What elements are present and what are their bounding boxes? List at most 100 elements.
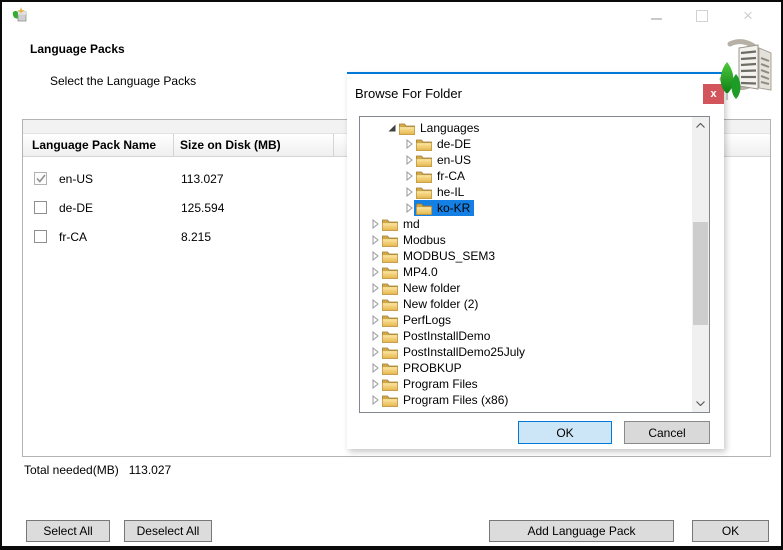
tree-item-label: Languages <box>420 121 479 135</box>
tree-item-mp4-0[interactable]: MP4.0 <box>360 264 709 280</box>
language-pack-name: de-DE <box>59 201 93 215</box>
folder-icon <box>382 266 398 279</box>
tree-item-modbus-sem3[interactable]: MODBUS_SEM3 <box>360 248 709 264</box>
collapsed-triangle-icon[interactable] <box>403 203 414 213</box>
tree-scrollbar[interactable] <box>692 117 709 412</box>
folder-icon <box>382 234 398 247</box>
select-all-button[interactable]: Select All <box>26 520 110 542</box>
tree-item-label: PostInstallDemo25July <box>403 345 525 359</box>
language-pack-name: fr-CA <box>59 230 87 244</box>
folder-icon <box>416 186 432 199</box>
folder-icon <box>382 330 398 343</box>
language-pack-name: en-US <box>59 172 93 186</box>
tree-item-label: de-DE <box>437 137 471 151</box>
column-divider <box>173 134 174 156</box>
total-needed: Total needed(MB)113.027 <box>24 463 171 477</box>
maximize-button[interactable] <box>694 8 710 24</box>
language-pack-size: 125.594 <box>181 201 224 215</box>
tree-item-label-wrap: Languages <box>397 120 483 136</box>
collapsed-triangle-icon[interactable] <box>403 155 414 165</box>
folder-tree-items: Languages de-DEen-USfr-CA he-ILko-KRmdModb… <box>360 117 709 408</box>
collapsed-triangle-icon[interactable] <box>369 219 380 229</box>
collapsed-triangle-icon[interactable] <box>369 315 380 325</box>
tree-item-label: New folder (2) <box>403 297 478 311</box>
tree-item-label: fr-CA <box>437 169 465 183</box>
scroll-up-button[interactable] <box>692 117 709 134</box>
tree-item-program-files[interactable]: Program Files <box>360 376 709 392</box>
language-pack-size: 113.027 <box>181 172 224 186</box>
tree-item-label-wrap: Modbus <box>380 232 450 248</box>
column-header-size: Size on Disk (MB) <box>180 138 281 152</box>
scroll-down-button[interactable] <box>692 395 709 412</box>
chevron-up-icon <box>696 123 705 128</box>
folder-icon <box>382 378 398 391</box>
tree-item-label-wrap: MODBUS_SEM3 <box>380 248 499 264</box>
tree-item-label: PROBKUP <box>403 361 462 375</box>
tree-item-postinstalldemo[interactable]: PostInstallDemo <box>360 328 709 344</box>
collapsed-triangle-icon[interactable] <box>369 267 380 277</box>
tree-item-en-us[interactable]: en-US <box>360 152 709 168</box>
expanded-triangle-icon[interactable] <box>386 123 397 133</box>
tree-item-label: MP4.0 <box>403 265 438 279</box>
folder-icon <box>382 298 398 311</box>
collapsed-triangle-icon[interactable] <box>403 139 414 149</box>
dialog-ok-button[interactable]: OK <box>518 421 612 444</box>
collapsed-triangle-icon[interactable] <box>369 347 380 357</box>
scrollbar-thumb[interactable] <box>693 222 708 325</box>
collapsed-triangle-icon[interactable] <box>369 379 380 389</box>
dialog-close-button[interactable]: x <box>703 84 724 104</box>
close-button[interactable]: × <box>740 8 756 24</box>
language-pack-size: 8.215 <box>181 230 211 244</box>
tree-item-label: he-IL <box>437 185 464 199</box>
tree-item-label-wrap: MP4.0 <box>380 264 442 280</box>
folder-icon <box>399 122 415 135</box>
tree-item-languages[interactable]: Languages <box>360 120 709 136</box>
tree-item-program-files-x86-[interactable]: Program Files (x86) <box>360 392 709 408</box>
collapsed-triangle-icon[interactable] <box>403 171 414 181</box>
deselect-all-button[interactable]: Deselect All <box>124 520 212 542</box>
collapsed-triangle-icon[interactable] <box>369 251 380 261</box>
total-needed-value: 113.027 <box>129 463 172 477</box>
collapsed-triangle-icon[interactable] <box>369 395 380 405</box>
checkbox-unchecked[interactable] <box>34 201 47 214</box>
tree-item-postinstalldemo25july[interactable]: PostInstallDemo25July <box>360 344 709 360</box>
collapsed-triangle-icon[interactable] <box>403 187 414 197</box>
tree-item-label: Program Files <box>403 377 478 391</box>
tree-item-new-folder[interactable]: New folder <box>360 280 709 296</box>
collapsed-triangle-icon[interactable] <box>369 235 380 245</box>
tree-item-probkup[interactable]: PROBKUP <box>360 360 709 376</box>
collapsed-triangle-icon[interactable] <box>369 363 380 373</box>
tree-item-label: PostInstallDemo <box>403 329 490 343</box>
folder-icon <box>382 282 398 295</box>
collapsed-triangle-icon[interactable] <box>369 299 380 309</box>
tree-item-ko-kr[interactable]: ko-KR <box>360 200 709 216</box>
tree-item-label-wrap: ko-KR <box>414 200 474 216</box>
tree-item-he-il[interactable]: he-IL <box>360 184 709 200</box>
page-title: Language Packs <box>30 42 125 56</box>
collapsed-triangle-icon[interactable] <box>369 283 380 293</box>
column-header-name: Language Pack Name <box>32 138 156 152</box>
maximize-icon <box>696 10 708 22</box>
checkbox-unchecked[interactable] <box>34 230 47 243</box>
dialog-cancel-button[interactable]: Cancel <box>624 421 710 444</box>
minimize-button[interactable] <box>648 8 664 24</box>
tree-item-fr-ca[interactable]: fr-CA <box>360 168 709 184</box>
tree-item-md[interactable]: md <box>360 216 709 232</box>
add-language-pack-button[interactable]: Add Language Pack <box>489 520 674 542</box>
chevron-down-icon <box>696 401 705 406</box>
tree-item-label-wrap: de-DE <box>414 136 475 152</box>
tree-item-modbus[interactable]: Modbus <box>360 232 709 248</box>
collapsed-triangle-icon[interactable] <box>369 331 380 341</box>
tree-item-label: MODBUS_SEM3 <box>403 249 495 263</box>
ok-button-main[interactable]: OK <box>692 520 769 542</box>
tree-item-label-wrap: PostInstallDemo25July <box>380 344 529 360</box>
browse-for-folder-dialog: Browse For Folder x Languagesde-DEen-USf… <box>347 72 724 449</box>
folder-icon <box>416 202 432 215</box>
tree-item-perflogs[interactable]: PerfLogs <box>360 312 709 328</box>
tree-item-label-wrap: en-US <box>414 152 475 168</box>
tree-item-de-de[interactable]: de-DE <box>360 136 709 152</box>
tree-item-new-folder-2-[interactable]: New folder (2) <box>360 296 709 312</box>
tree-item-label-wrap: PerfLogs <box>380 312 455 328</box>
tree-item-label-wrap: Program Files (x86) <box>380 392 512 408</box>
checkbox-checked <box>34 172 47 185</box>
